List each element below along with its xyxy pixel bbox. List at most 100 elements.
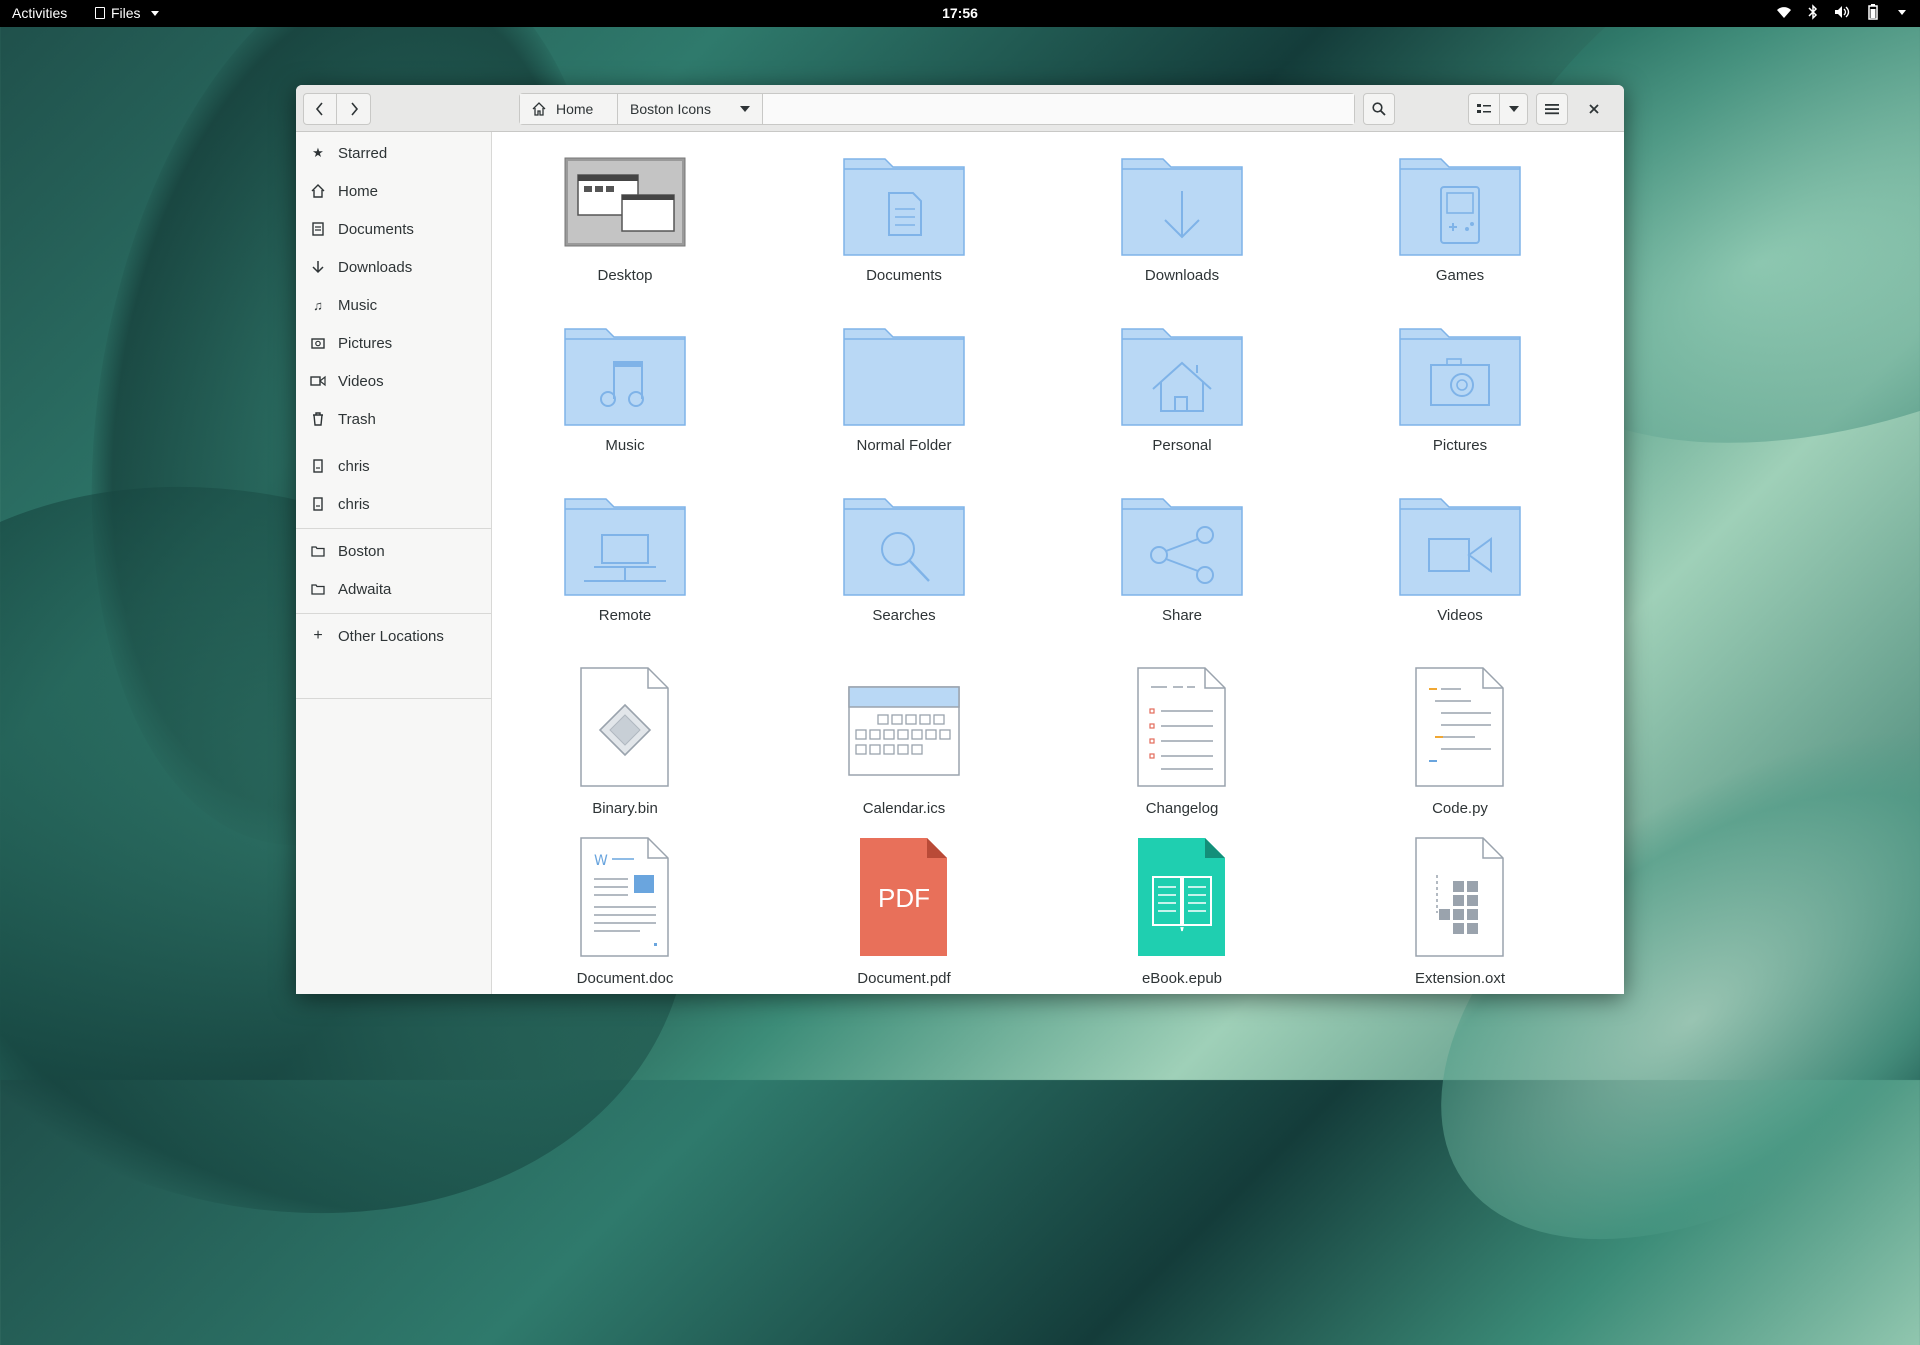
sidebar-item-device[interactable]: chris	[296, 447, 491, 485]
sidebar-item-label: Documents	[338, 220, 414, 238]
pdf-file-icon: PDF	[860, 838, 947, 956]
file-grid: Desktop Documents Downloads Games Music …	[492, 132, 1624, 994]
games-folder-icon	[1399, 158, 1521, 256]
sidebar-divider	[296, 698, 491, 699]
documents-folder-icon	[843, 158, 965, 256]
chevron-right-icon	[350, 102, 358, 116]
file-item[interactable]: Extension.oxt	[1350, 837, 1570, 994]
activities-button[interactable]: Activities	[12, 5, 67, 21]
downloads-folder-icon	[1121, 158, 1243, 256]
menu-button[interactable]	[1536, 93, 1568, 125]
sidebar-divider	[296, 613, 491, 614]
list-view-button[interactable]	[1468, 93, 1500, 125]
file-name: Calendar.ics	[862, 800, 946, 817]
file-item[interactable]: Calendar.ics	[794, 667, 1014, 827]
close-icon	[1589, 104, 1599, 114]
clock[interactable]: 17:56	[942, 5, 978, 21]
sidebar-item-label: Boston	[338, 542, 385, 560]
app-menu-button[interactable]: Files	[95, 5, 159, 21]
view-options	[1468, 93, 1528, 125]
changelog-file-icon	[1137, 667, 1226, 787]
file-item[interactable]: Desktop	[515, 157, 735, 317]
sidebar-item-label: Trash	[338, 410, 376, 428]
file-name: Extension.oxt	[1414, 970, 1506, 987]
files-window: Home Boston Icons ★ Starred Home Documen…	[296, 85, 1624, 994]
folder-icon	[843, 328, 965, 426]
file-name: Personal	[1152, 437, 1212, 454]
volume-icon	[1835, 6, 1850, 18]
sidebar-item-device[interactable]: chris	[296, 485, 491, 523]
forward-button[interactable]	[337, 93, 371, 125]
sidebar-item-bookmark-boston[interactable]: Boston	[296, 532, 491, 570]
sidebar-item-documents[interactable]: Documents	[296, 210, 491, 248]
sidebar-item-label: Downloads	[338, 258, 413, 276]
calendar-file-icon	[848, 686, 960, 776]
file-name: Music	[605, 437, 645, 454]
file-item[interactable]: Personal	[1072, 327, 1292, 487]
file-item[interactable]: Videos	[1350, 497, 1570, 657]
app-menu-label: Files	[111, 5, 141, 21]
search-icon	[1372, 102, 1386, 116]
search-button[interactable]	[1363, 93, 1395, 125]
file-item[interactable]: Changelog	[1072, 667, 1292, 827]
file-name: Share	[1161, 607, 1203, 624]
view-options-dropdown[interactable]	[1500, 93, 1528, 125]
binary-file-icon	[580, 667, 669, 787]
file-item[interactable]: PDF Document.pdf	[794, 837, 1014, 994]
file-item[interactable]: Searches	[794, 497, 1014, 657]
file-name: Searches	[872, 607, 936, 624]
documents-icon	[310, 221, 326, 237]
sidebar-item-videos[interactable]: Videos	[296, 362, 491, 400]
sidebar-item-label: Pictures	[338, 334, 393, 352]
desktop-folder-icon	[564, 157, 686, 247]
file-item[interactable]: Documents	[794, 157, 1014, 317]
file-item[interactable]: Binary.bin	[515, 667, 735, 827]
file-item[interactable]: Normal Folder	[794, 327, 1014, 487]
sidebar-item-bookmark-adwaita[interactable]: Adwaita	[296, 570, 491, 608]
extension-file-icon	[1415, 837, 1504, 957]
trash-icon	[310, 411, 326, 427]
breadcrumb-current[interactable]: Boston Icons	[618, 94, 763, 124]
sidebar-item-label: Other Locations	[338, 627, 444, 645]
drive-icon	[310, 496, 326, 512]
file-item[interactable]: Music	[515, 327, 735, 487]
file-item[interactable]: Share	[1072, 497, 1292, 657]
chevron-down-icon	[1898, 9, 1906, 15]
sidebar-item-label: chris	[338, 495, 370, 513]
sidebar-item-music[interactable]: ♫ Music	[296, 286, 491, 324]
sidebar-item-downloads[interactable]: Downloads	[296, 248, 491, 286]
file-name: Pictures	[1432, 437, 1488, 454]
bluetooth-icon	[1808, 4, 1818, 20]
home-icon	[310, 183, 326, 199]
file-item[interactable]: Code.py	[1350, 667, 1570, 827]
sidebar-item-pictures[interactable]: Pictures	[296, 324, 491, 362]
file-name: Binary.bin	[592, 800, 658, 817]
sidebar-item-starred[interactable]: ★ Starred	[296, 134, 491, 172]
sidebar-item-trash[interactable]: Trash	[296, 400, 491, 438]
star-icon: ★	[312, 145, 324, 160]
sidebar-item-home[interactable]: Home	[296, 172, 491, 210]
breadcrumb-home[interactable]: Home	[520, 94, 618, 124]
file-item[interactable]: Downloads	[1072, 157, 1292, 317]
pictures-folder-icon	[1399, 328, 1521, 426]
folder-icon	[310, 581, 326, 597]
sidebar: ★ Starred Home Documents Downloads ♫ Mus…	[296, 132, 492, 994]
back-button[interactable]	[303, 93, 337, 125]
hamburger-menu-icon	[1545, 104, 1559, 115]
sidebar-item-other-locations[interactable]: + Other Locations	[296, 617, 491, 655]
svg-text:W: W	[594, 853, 608, 869]
file-item[interactable]: Games	[1350, 157, 1570, 317]
list-view-icon	[1477, 104, 1491, 113]
file-name: Normal Folder	[856, 437, 952, 454]
file-name: Desktop	[597, 267, 653, 284]
file-item[interactable]: Remote	[515, 497, 735, 657]
file-item[interactable]: W Document.doc	[515, 837, 735, 994]
file-item[interactable]: eBook.epub	[1072, 837, 1292, 994]
sidebar-divider	[296, 528, 491, 529]
close-button[interactable]	[1578, 93, 1610, 125]
status-menu[interactable]	[1776, 4, 1906, 20]
file-name: Videos	[1437, 607, 1483, 624]
chevron-left-icon	[315, 102, 323, 116]
doc-file-icon: W	[580, 837, 669, 957]
file-item[interactable]: Pictures	[1350, 327, 1570, 487]
